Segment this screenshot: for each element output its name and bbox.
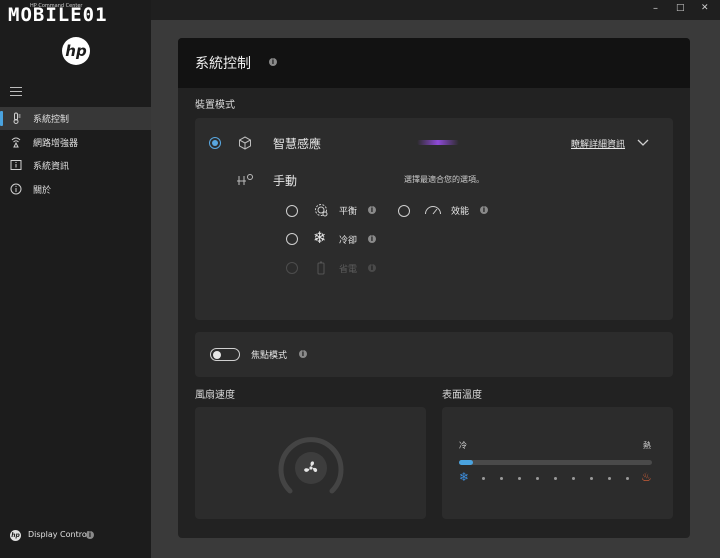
fan-speed-card [195, 407, 426, 519]
manual-sliders-icon [237, 174, 253, 185]
snowflake-icon: ❄ [459, 470, 470, 484]
fan-speed-heading: 風扇速度 [195, 390, 235, 401]
info-icon[interactable]: i [269, 58, 277, 66]
minimize-button[interactable]: – [653, 3, 658, 14]
close-button[interactable]: ✕ [701, 3, 709, 13]
hp-logo: hp [62, 37, 90, 65]
maximize-button[interactable]: □ [676, 3, 685, 13]
chevron-down-icon[interactable] [637, 139, 649, 147]
info-icon[interactable]: i [86, 531, 94, 539]
scale-dot [554, 477, 557, 480]
info-icon[interactable]: i [368, 235, 376, 243]
info-icon[interactable]: i [480, 206, 488, 214]
system-control-panel: 系統控制 i 裝置模式 智慧感應 瞭解詳細資訊 手動 選擇最適合您的選項。 平衡… [178, 38, 690, 538]
manual-hint: 選擇最適合您的選項。 [404, 175, 484, 184]
sidebar-item-label: 系統控制 [33, 115, 70, 125]
sidebar-item-label: 系統資訊 [33, 162, 70, 172]
sidebar-item-network-booster[interactable]: 網路增強器 [0, 131, 151, 154]
sidebar-item-system-control[interactable]: 系統控制 [0, 107, 151, 130]
scale-dot [608, 477, 611, 480]
thermometer-icon [13, 112, 21, 124]
cold-label: 冷 [459, 441, 467, 450]
info-icon: i [368, 264, 376, 272]
scale-dot [518, 477, 521, 480]
sidebar-item-system-info[interactable]: 系統資訊 [0, 154, 151, 177]
sidebar: MOBILE01 HP Command Center hp 系統控制 網路增強器… [0, 0, 151, 558]
manual-label: 手動 [273, 174, 298, 188]
info-icon[interactable]: i [368, 206, 376, 214]
device-mode-heading: 裝置模式 [195, 100, 235, 111]
device-mode-card: 智慧感應 瞭解詳細資訊 手動 選擇最適合您的選項。 平衡 i 效能 i ❄ 冷卻… [195, 118, 673, 320]
about-info-icon [10, 183, 22, 195]
performance-label: 效能 [451, 207, 470, 217]
app-title: HP Command Center [30, 3, 83, 9]
balanced-label: 平衡 [339, 207, 358, 217]
panel-header: 系統控制 i [178, 38, 690, 88]
focus-mode-label: 焦點模式 [251, 351, 288, 361]
title-bar: – □ ✕ [151, 0, 720, 20]
menu-icon[interactable] [10, 86, 22, 96]
balanced-radio[interactable] [286, 205, 298, 217]
surface-temp-heading: 表面溫度 [442, 390, 482, 401]
sidebar-item-label: 關於 [33, 186, 52, 196]
scale-dot [500, 477, 503, 480]
power-saver-radio [286, 262, 298, 274]
system-info-icon [10, 160, 22, 170]
display-control-link[interactable]: hp Display Control i [10, 529, 110, 543]
smart-sense-cube-icon [239, 136, 251, 150]
sidebar-item-label: 網路增強器 [33, 139, 79, 149]
scale-dot [590, 477, 593, 480]
hp-small-logo-icon: hp [10, 530, 21, 541]
scale-dot [626, 477, 629, 480]
scale-dot [572, 477, 575, 480]
scale-dot [536, 477, 539, 480]
battery-icon [317, 261, 325, 275]
page-title: 系統控制 [195, 56, 251, 72]
speedometer-icon [425, 206, 441, 215]
surface-temp-card: 冷 熱 ❄ ♨ [442, 407, 673, 519]
info-icon[interactable]: i [299, 350, 307, 358]
heat-waves-icon: ♨ [641, 470, 652, 484]
smart-sense-radio[interactable] [209, 137, 221, 149]
scale-dot [482, 477, 485, 480]
focus-mode-card: 焦點模式 i [195, 332, 673, 377]
hot-label: 熱 [643, 441, 651, 450]
snowflake-icon: ❄ [313, 228, 327, 247]
smart-sense-label: 智慧感應 [273, 137, 322, 151]
sidebar-item-about[interactable]: 關於 [0, 178, 151, 201]
temperature-fill [459, 460, 473, 465]
fan-icon [304, 461, 318, 472]
cooling-radio[interactable] [286, 233, 298, 245]
focus-mode-toggle[interactable] [210, 348, 240, 361]
display-control-label: Display Control [28, 530, 89, 539]
gear-balance-icon [315, 204, 328, 217]
smart-sense-indicator-glow [417, 140, 459, 145]
cooling-label: 冷卻 [339, 236, 358, 246]
hp-logo-text: hp [65, 42, 87, 60]
performance-radio[interactable] [398, 205, 410, 217]
learn-more-link[interactable]: 瞭解詳細資訊 [571, 137, 625, 150]
temperature-track [459, 460, 652, 465]
network-booster-icon [11, 137, 21, 148]
power-saver-label: 省電 [339, 265, 358, 275]
